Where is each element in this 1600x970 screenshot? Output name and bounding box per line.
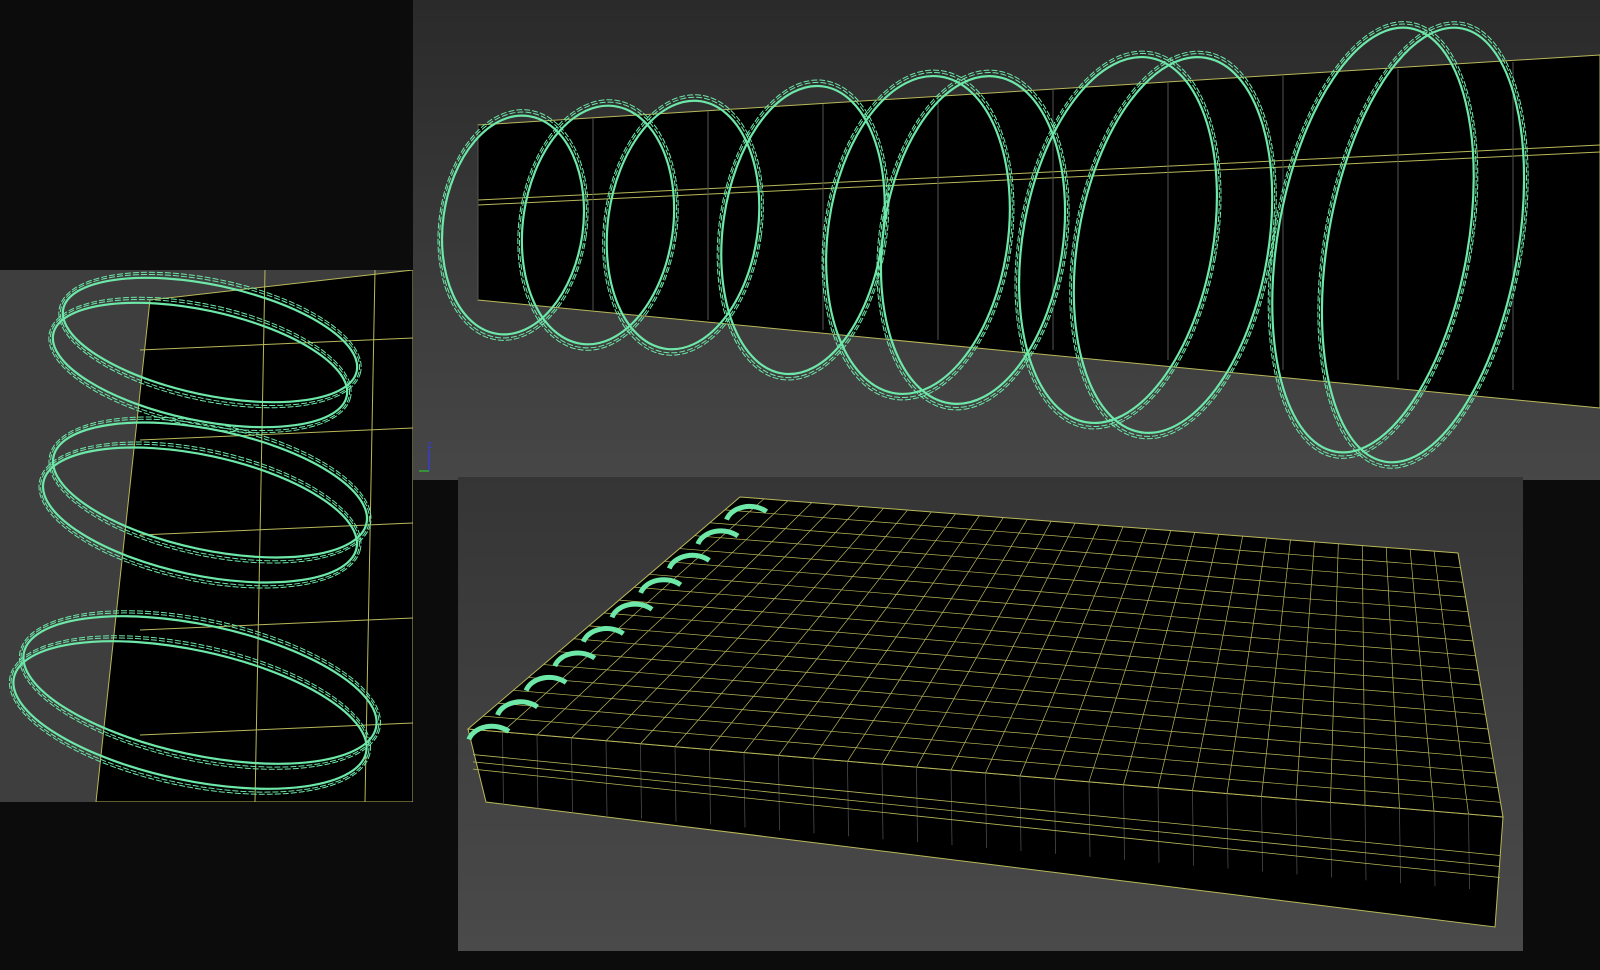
viewport-top-right[interactable] xyxy=(413,0,1600,480)
viewport-left[interactable] xyxy=(0,270,413,802)
viewport-bottom[interactable] xyxy=(458,477,1523,951)
axis-gizmo-icon xyxy=(419,449,430,472)
notebook-render xyxy=(466,496,1504,928)
spiral-closeup-render xyxy=(437,21,1600,469)
spiral-side-render xyxy=(8,270,413,802)
